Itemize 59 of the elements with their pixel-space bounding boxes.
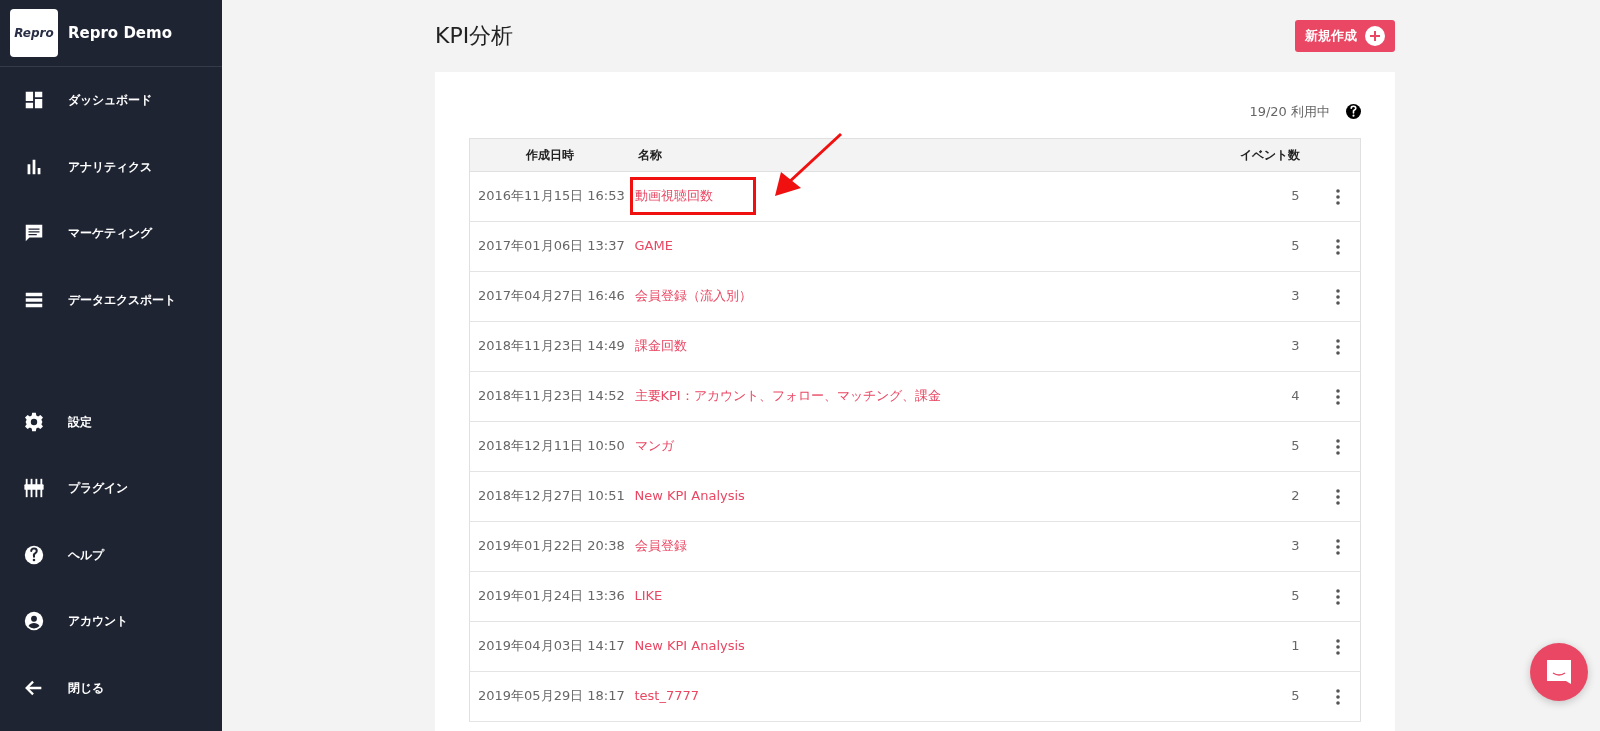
table-cell: 5 <box>1193 171 1316 221</box>
table-cell: 3 <box>1193 271 1316 321</box>
kpi-link[interactable]: New KPI Analysis <box>634 638 745 654</box>
plugin-icon <box>23 477 45 500</box>
table-cell: 2 <box>1193 471 1316 521</box>
annotation-arrow <box>774 133 842 197</box>
sidebar-item[interactable]: プラグイン <box>0 455 222 522</box>
table-cell: 2019年05月29日 18:17 <box>469 671 630 721</box>
plus-icon <box>1365 26 1385 46</box>
table-cell: 4 <box>1193 371 1316 421</box>
usage-count: 19/20 利用中 <box>1249 103 1330 121</box>
logo: Repro <box>10 9 58 57</box>
kpi-link[interactable]: New KPI Analysis <box>634 488 745 504</box>
sidebar-item[interactable]: ダッシュボード <box>0 67 222 134</box>
sidebar-item[interactable]: 閉じる <box>0 654 222 721</box>
table-cell: 2018年11月23日 14:49 <box>469 321 630 371</box>
kpi-link[interactable]: 動画視聴回数 <box>634 188 713 204</box>
kpi-link[interactable]: 会員登録（流入別） <box>634 288 752 304</box>
sidebar-item[interactable]: マーケティング <box>0 200 222 267</box>
column-header: 作成日時 <box>469 138 630 171</box>
app-title: Repro Demo <box>68 22 172 44</box>
kpi-link[interactable]: 課金回数 <box>634 338 687 354</box>
table-cell: 2019年01月24日 13:36 <box>469 571 630 621</box>
sidebar-item[interactable]: アナリティクス <box>0 133 222 200</box>
table-cell: 5 <box>1193 671 1316 721</box>
sidebar-item[interactable]: データエクスポート <box>0 266 222 333</box>
sidebar-item[interactable]: アカウント <box>0 588 222 655</box>
chat-button[interactable] <box>1530 643 1588 701</box>
table-cell: 3 <box>1193 321 1316 371</box>
table-cell: 2018年11月23日 14:52 <box>469 371 630 421</box>
kpi-link[interactable]: 主要KPI：アカウント、フォロー、マッチング、課金 <box>634 388 941 404</box>
kpi-link[interactable]: test_7777 <box>634 688 700 704</box>
page-title: KPI分析 <box>435 22 514 50</box>
new-button[interactable]: 新規作成 <box>1295 20 1395 52</box>
table-cell: 2019年01月22日 20:38 <box>469 521 630 571</box>
settings-icon <box>23 410 45 433</box>
table-cell: 2018年12月27日 10:51 <box>469 471 630 521</box>
kpi-link[interactable]: マンガ <box>634 438 674 454</box>
table-cell: 2017年01月06日 13:37 <box>469 221 630 271</box>
sidebar-item[interactable]: ヘルプ <box>0 521 222 588</box>
table-cell: 2019年04月03日 14:17 <box>469 621 630 671</box>
kpi-link[interactable]: 会員登録 <box>634 538 687 554</box>
account-icon <box>23 610 45 633</box>
help-icon[interactable] <box>1346 104 1361 120</box>
column-header: イベント数 <box>1193 138 1316 171</box>
sidebar-item[interactable]: 設定 <box>0 388 222 455</box>
table-cell: 2016年11月15日 16:53 <box>469 171 630 221</box>
kpi-link[interactable]: LIKE <box>634 588 663 604</box>
table-cell: 1 <box>1193 621 1316 671</box>
help-icon <box>23 543 45 566</box>
table-cell: 2017年04月27日 16:46 <box>469 271 630 321</box>
table-cell: 5 <box>1193 421 1316 471</box>
table-cell: 3 <box>1193 521 1316 571</box>
chat-icon <box>1544 657 1574 687</box>
table-cell: 5 <box>1193 221 1316 271</box>
table-cell: 5 <box>1193 571 1316 621</box>
table-cell: 2018年12月11日 10:50 <box>469 421 630 471</box>
kpi-link[interactable]: GAME <box>634 238 673 254</box>
column-header: 名称 <box>629 138 1194 171</box>
